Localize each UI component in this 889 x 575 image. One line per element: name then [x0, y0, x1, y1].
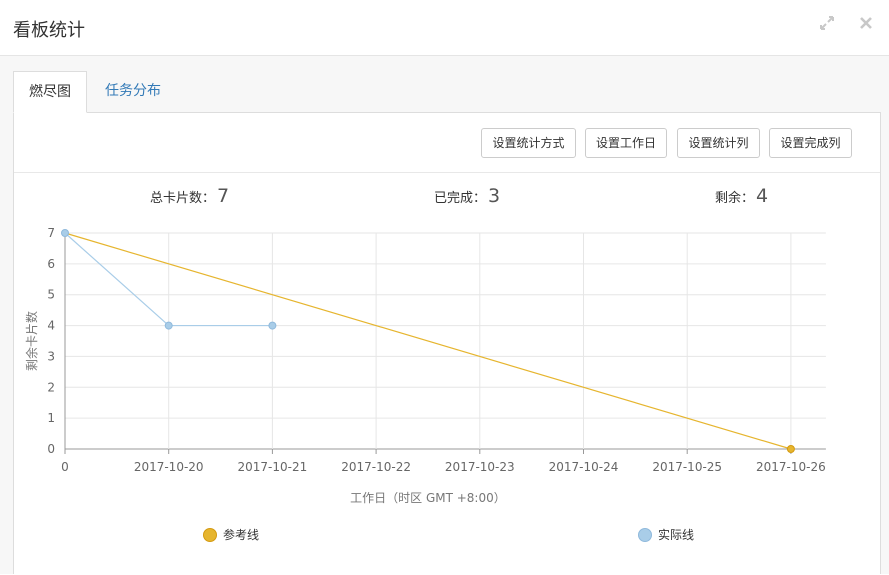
- legend-label: 参考线: [223, 527, 259, 542]
- y-tick-label: 4: [47, 319, 55, 333]
- chart-svg: 0 1 2 3 4 5 6 7 0 2017-10-20 2017-10-21 2017-10-22 2…: [24, 226, 826, 542]
- board-stats-modal: 看板统计 燃尽图 任务分布 设置统计方式 设置工作日 设置统计列 设置完成列 总…: [0, 0, 889, 574]
- x-tick-label: 0: [61, 460, 69, 474]
- legend-marker: [203, 528, 217, 542]
- x-tick-label: 2017-10-25: [652, 460, 722, 474]
- y-tick-label: 3: [47, 349, 55, 363]
- y-tick-label: 0: [47, 442, 55, 456]
- x-tick-label: 2017-10-22: [341, 460, 411, 474]
- y-tick-label: 5: [47, 288, 55, 302]
- x-tick-label: 2017-10-24: [549, 460, 619, 474]
- x-tick-label: 2017-10-26: [756, 460, 826, 474]
- set-stat-columns-button[interactable]: 设置统计列: [677, 128, 760, 158]
- expand-icon[interactable]: [817, 14, 837, 34]
- close-icon[interactable]: [856, 14, 876, 34]
- data-point: [268, 321, 277, 330]
- set-stat-method-button[interactable]: 设置统计方式: [481, 128, 576, 158]
- modal-header: 看板统计: [0, 0, 889, 56]
- x-tick-label: 2017-10-21: [238, 460, 308, 474]
- y-tick-label: 6: [47, 257, 55, 271]
- modal-title: 看板统计: [13, 20, 85, 41]
- data-point: [61, 229, 69, 237]
- modal-body: 燃尽图 任务分布 设置统计方式 设置工作日 设置统计列 设置完成列 总卡片数： 7…: [0, 56, 889, 574]
- data-point: [164, 321, 173, 330]
- set-done-columns-button[interactable]: 设置完成列: [769, 128, 852, 158]
- y-tick-label: 1: [47, 411, 55, 425]
- burndown-chart: 总卡片数： 7 已完成： 3 剩余： 4 0 1 2 3 4 5 6 7 0 2017-10-20 201…: [14, 172, 880, 574]
- tab-panel: 设置统计方式 设置工作日 设置统计列 设置完成列 总卡片数： 7 已完成： 3 剩余…: [13, 112, 881, 574]
- y-tick-label: 7: [47, 226, 55, 240]
- x-tick-label: 2017-10-20: [134, 460, 204, 474]
- tab-burndown[interactable]: 燃尽图: [13, 71, 87, 113]
- legend-marker: [638, 528, 652, 542]
- x-tick-label: 2017-10-23: [445, 460, 515, 474]
- set-workdays-button[interactable]: 设置工作日: [585, 128, 667, 158]
- x-axis-title: 工作日（时区 GMT +8:00）: [350, 491, 506, 505]
- data-point: [786, 445, 795, 453]
- y-axis-title: 剩余卡片数: [24, 311, 39, 371]
- tab-task-distribution[interactable]: 任务分布: [90, 71, 180, 113]
- y-tick-label: 2: [47, 380, 55, 394]
- series-line-0: [64, 232, 792, 450]
- legend-label: 实际线: [658, 527, 694, 542]
